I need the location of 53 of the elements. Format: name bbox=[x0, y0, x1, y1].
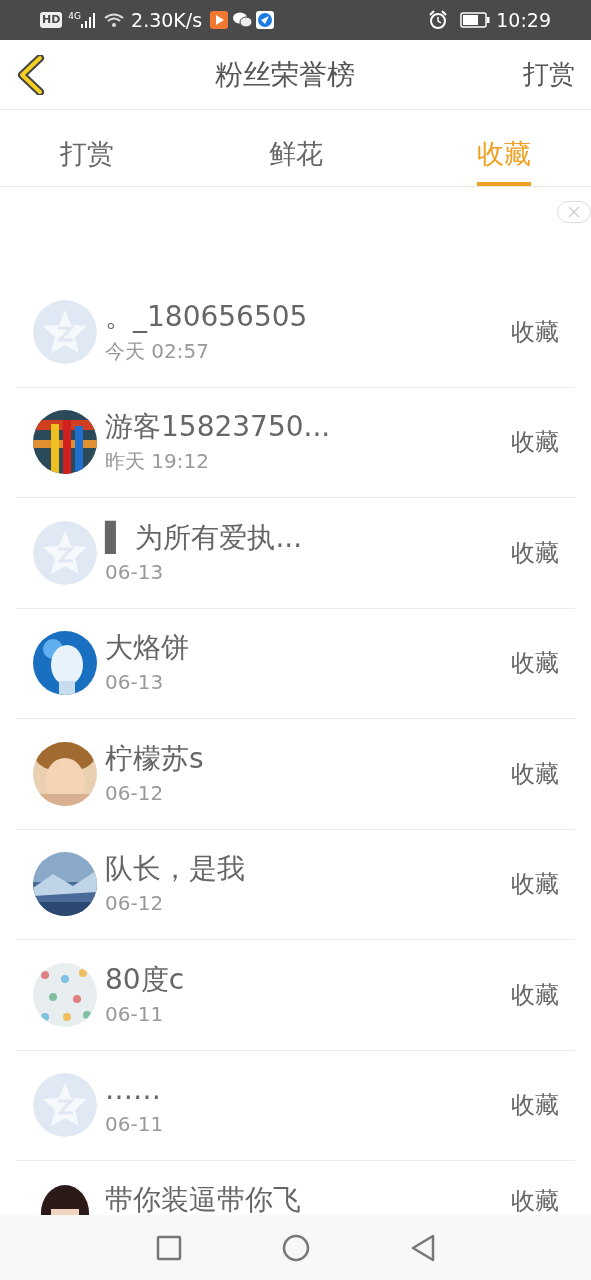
network-speed: 2.30K/s bbox=[131, 7, 203, 33]
user-name: 80度c bbox=[105, 962, 185, 997]
back-nav-button[interactable] bbox=[409, 1233, 436, 1262]
circle-icon bbox=[281, 1233, 310, 1262]
avatar-icon bbox=[33, 520, 97, 585]
home-button[interactable] bbox=[281, 1233, 310, 1262]
user-name: 带你装逼带你飞 bbox=[105, 1183, 301, 1215]
video-app-icon bbox=[210, 11, 229, 29]
timestamp: 06-12 bbox=[105, 890, 164, 917]
tab[interactable]: 打赏 bbox=[60, 119, 114, 186]
clock-time: 10:29 bbox=[496, 7, 551, 33]
back-button[interactable] bbox=[16, 54, 46, 95]
favorite-label: 收藏 bbox=[511, 758, 559, 790]
favorite-label: 收藏 bbox=[511, 427, 559, 459]
hd-badge: HD bbox=[40, 11, 63, 29]
user-name: 。_180656505 bbox=[105, 299, 308, 334]
timestamp: 今天 02:57 bbox=[105, 337, 209, 364]
tab[interactable]: 鲜花 bbox=[268, 119, 323, 186]
avatar-icon bbox=[33, 299, 97, 364]
triangle-icon bbox=[409, 1233, 436, 1262]
reward-button[interactable]: 打赏 bbox=[523, 55, 575, 94]
alarm-icon bbox=[428, 10, 449, 30]
back-icon bbox=[16, 54, 46, 95]
avatar-icon bbox=[33, 1073, 97, 1138]
favorite-label: 收藏 bbox=[511, 316, 559, 348]
chat-app-icon bbox=[232, 11, 253, 29]
user-name: 游客15823750... bbox=[105, 410, 331, 445]
user-name: 柠檬苏s bbox=[105, 741, 204, 776]
recents-button[interactable] bbox=[155, 1234, 182, 1261]
close-icon bbox=[568, 206, 580, 218]
favorite-label: 收藏 bbox=[511, 1090, 559, 1122]
square-icon bbox=[155, 1234, 182, 1261]
signal-icon bbox=[81, 12, 98, 28]
favorite-label: 收藏 bbox=[511, 1186, 559, 1215]
user-name: ▌ 为所有爱执... bbox=[105, 520, 303, 555]
page-title: 粉丝荣誉榜 bbox=[214, 56, 355, 93]
favorite-label: 收藏 bbox=[511, 979, 559, 1011]
wifi-icon bbox=[103, 12, 126, 28]
favorite-label: 收藏 bbox=[511, 869, 559, 901]
battery-icon bbox=[460, 12, 491, 28]
network-label: 4G bbox=[68, 10, 82, 23]
timestamp: 06-12 bbox=[105, 779, 164, 806]
favorite-label: 收藏 bbox=[511, 648, 559, 680]
user-name: 队长，是我 bbox=[105, 852, 245, 887]
user-name: …… bbox=[105, 1073, 161, 1108]
browser-app-icon bbox=[256, 11, 275, 29]
timestamp: 06-11 bbox=[105, 1000, 164, 1027]
user-name: 大烙饼 bbox=[105, 631, 189, 666]
timestamp: 06-13 bbox=[105, 669, 164, 696]
favorite-label: 收藏 bbox=[511, 537, 559, 569]
timestamp: 06-11 bbox=[105, 1111, 164, 1138]
timestamp: 06-13 bbox=[105, 558, 164, 585]
timestamp: 昨天 19:12 bbox=[105, 448, 209, 475]
